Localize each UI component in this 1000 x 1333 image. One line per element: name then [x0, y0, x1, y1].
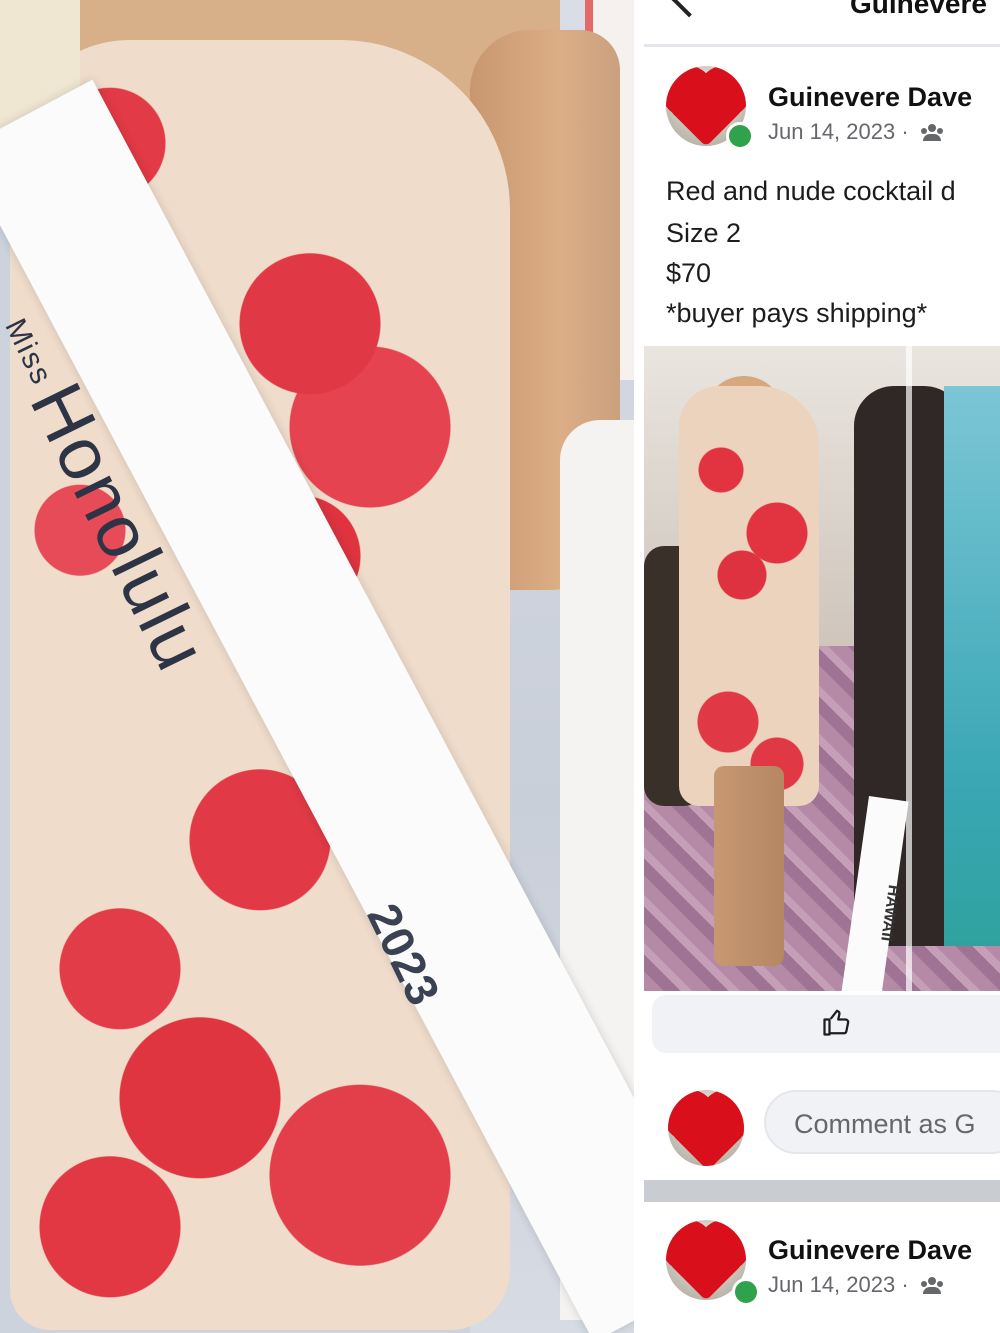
post-date[interactable]: Jun 14, 2023	[768, 119, 895, 144]
photo-legs	[714, 766, 784, 966]
sash-prefix: Miss	[0, 313, 59, 391]
facebook-post-screenshot: Guinevere Guinevere Dave Jun 14, 2023 · …	[644, 0, 1000, 1333]
post-author[interactable]: Guinevere Dave	[768, 1235, 972, 1266]
post-meta: Jun 14, 2023 ·	[768, 119, 943, 145]
post-date[interactable]: Jun 14, 2023	[768, 1272, 895, 1297]
online-status-icon	[726, 122, 754, 150]
post-text-line-4: *buyer pays shipping*	[666, 298, 928, 328]
post-text-line-2: Size 2	[666, 218, 742, 248]
post-photo[interactable]: HAWAII	[644, 346, 1000, 991]
heart-image	[671, 1097, 744, 1166]
chevron-left-icon[interactable]	[670, 0, 708, 18]
top-bar: Guinevere	[644, 0, 1000, 47]
zoomed-dress-photo: MissHonolulu 2023	[0, 0, 634, 1333]
thumbs-up-icon[interactable]	[822, 1007, 852, 1037]
commenter-avatar	[668, 1090, 744, 1166]
post-meta: Jun 14, 2023 ·	[768, 1272, 943, 1298]
post-separator	[644, 1180, 1000, 1202]
photo-person-far-right	[944, 386, 1000, 946]
post-text-line-1: Red and nude cocktail d	[666, 176, 956, 206]
post-author[interactable]: Guinevere Dave	[768, 82, 972, 113]
meta-separator: ·	[901, 119, 909, 144]
comment-row: Comment as G	[644, 1080, 1000, 1170]
photo-seam	[906, 346, 912, 991]
reaction-bar	[652, 995, 1000, 1053]
post-text-line-3: $70	[666, 258, 712, 288]
group-icon	[921, 124, 943, 142]
meta-separator: ·	[901, 1272, 909, 1297]
online-status-icon	[732, 1278, 760, 1306]
comment-input[interactable]: Comment as G	[764, 1090, 1000, 1154]
photo-dress	[679, 386, 819, 806]
page-title: Guinevere	[850, 0, 987, 19]
group-icon	[921, 1277, 943, 1295]
